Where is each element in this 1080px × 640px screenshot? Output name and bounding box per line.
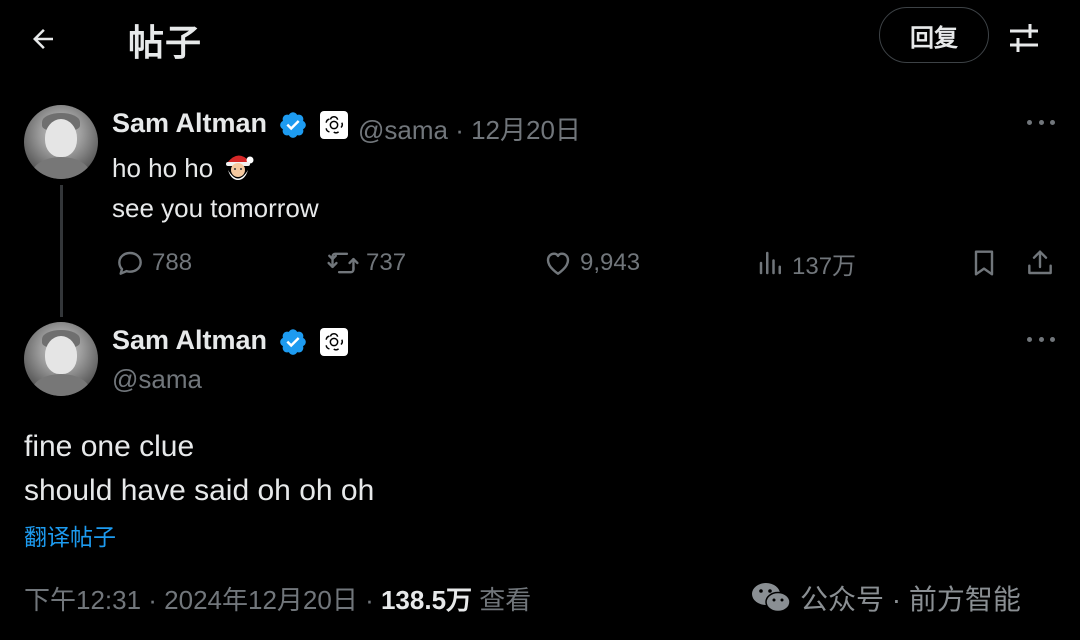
tweet-text-line: fine one clue [24,430,195,463]
wechat-icon [752,583,791,613]
reply-icon [118,251,142,275]
timestamp: 下午12:31 · 2024年12月20日 · [24,585,381,615]
retweet-count: 737 [366,249,407,276]
santa-emoji-icon [221,149,255,183]
reply-button[interactable]: 回复 [879,7,989,63]
openai-logo-icon [320,111,348,139]
like-action[interactable]: 9,943 [542,242,640,284]
views-label: 查看 [472,585,532,615]
tweet-text: fine one clue should have said oh oh oh [24,425,374,513]
retweet-action[interactable]: 737 [326,242,406,284]
tweet-text: ho ho ho see you tomorrow [112,148,319,228]
author-name[interactable]: Sam Altman [112,325,267,356]
views-action[interactable]: 137万 [756,242,856,284]
avatar[interactable] [24,105,98,179]
translate-post-link[interactable]: 翻译帖子 [24,518,116,552]
handle: @sama [112,364,202,394]
views-count: 138.5万 [380,585,473,615]
reply-action[interactable]: 788 [114,242,192,284]
view-count: 137万 [792,252,857,280]
post-timestamp-views: 下午12:31 · 2024年12月20日 · 138.5万 查看 [24,580,531,617]
verified-badge-icon [280,329,306,355]
top-bar: 帖子 回复 [0,0,1080,72]
author-name[interactable]: Sam Altman [112,108,267,139]
page-title: 帖子 [128,22,203,63]
tune-icon[interactable] [1004,18,1044,58]
bookmark-action[interactable] [968,242,1006,284]
tweet-text-line: ho ho ho [112,153,214,183]
handle-and-date: @sama · 12月20日 [358,115,581,145]
more-options-icon[interactable] [1027,120,1055,128]
watermark: 公众号 · 前方智能 [750,578,1021,618]
tweet-text-line: should have said oh oh oh [24,474,375,507]
tweet-text-line: see you tomorrow [112,193,319,223]
verified-badge-icon [280,112,306,138]
analytics-icon [759,251,781,275]
thread-line [60,185,63,317]
back-arrow-icon[interactable] [22,18,64,60]
share-action[interactable] [1024,242,1062,284]
tweet-actions: 788 737 9,943 137万 [110,242,1060,284]
watermark-text: 公众号 · 前方智能 [800,584,1021,615]
like-count: 9,943 [580,249,641,276]
more-options-icon[interactable] [1027,337,1055,345]
bookmark-icon [974,250,994,276]
openai-logo-icon [320,328,348,356]
avatar[interactable] [24,322,98,396]
heart-icon [546,252,570,275]
retweet-icon [327,252,359,274]
reply-count: 788 [152,249,193,276]
share-icon [1028,250,1052,275]
